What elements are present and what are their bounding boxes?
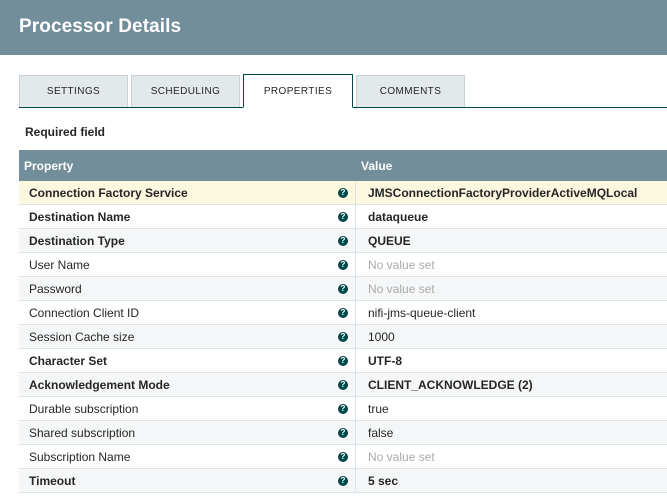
required-field-note: Required field	[25, 125, 106, 139]
property-value[interactable]: true	[368, 402, 389, 416]
tab-scheduling[interactable]: SCHEDULING	[131, 75, 240, 107]
property-value[interactable]: nifi-jms-queue-client	[368, 306, 475, 320]
cell-divider	[355, 181, 356, 204]
property-value[interactable]: CLIENT_ACKNOWLEDGE (2)	[368, 378, 533, 392]
help-icon[interactable]: ?	[338, 356, 348, 366]
property-value[interactable]: UTF-8	[368, 354, 402, 368]
property-name: Subscription Name	[29, 450, 131, 464]
dialog-title: Processor Details	[19, 16, 182, 37]
cell-divider	[355, 253, 356, 276]
property-value[interactable]: false	[368, 426, 393, 440]
property-row[interactable]: Character Set? UTF-8	[19, 349, 667, 373]
property-value[interactable]: 1000	[368, 330, 395, 344]
help-icon[interactable]: ?	[338, 428, 348, 438]
property-name: Destination Type	[29, 234, 125, 248]
property-value[interactable]: No value set	[368, 258, 435, 272]
help-icon[interactable]: ?	[338, 476, 348, 486]
cell-divider	[355, 277, 356, 300]
property-row[interactable]: Shared subscription? false	[19, 421, 667, 445]
help-icon[interactable]: ?	[338, 188, 348, 198]
property-name: Character Set	[29, 354, 108, 368]
property-row[interactable]: Durable subscription? true	[19, 397, 667, 421]
property-value[interactable]: QUEUE	[368, 234, 411, 248]
property-name: Session Cache size	[29, 330, 135, 344]
help-icon[interactable]: ?	[338, 260, 348, 270]
property-value[interactable]: JMSConnectionFactoryProviderActiveMQLoca…	[368, 186, 637, 200]
property-value[interactable]: dataqueue	[368, 210, 428, 224]
cell-divider	[355, 421, 356, 444]
property-name: Durable subscription	[29, 402, 139, 416]
help-icon[interactable]: ?	[338, 236, 348, 246]
help-icon[interactable]: ?	[338, 308, 348, 318]
property-row[interactable]: Connection Factory Service? JMSConnection…	[19, 181, 667, 205]
help-icon[interactable]: ?	[338, 452, 348, 462]
help-icon[interactable]: ?	[338, 212, 348, 222]
tab-properties[interactable]: PROPERTIES	[243, 74, 353, 108]
help-icon[interactable]: ?	[338, 380, 348, 390]
property-value[interactable]: No value set	[368, 282, 435, 296]
cell-divider	[355, 205, 356, 228]
properties-grid: Property Value Connection Factory Servic…	[19, 150, 667, 493]
property-row[interactable]: Acknowledgement Mode? CLIENT_ACKNOWLEDGE …	[19, 373, 667, 397]
cell-divider	[355, 325, 356, 348]
cell-divider	[355, 373, 356, 396]
property-row[interactable]: Destination Type? QUEUE	[19, 229, 667, 253]
cell-divider	[355, 229, 356, 252]
property-row[interactable]: Session Cache size? 1000	[19, 325, 667, 349]
grid-header: Property Value	[19, 150, 667, 181]
property-row[interactable]: User Name? No value set	[19, 253, 667, 277]
property-name: Connection Client ID	[29, 306, 140, 320]
cell-divider	[355, 397, 356, 420]
property-name: Destination Name	[29, 210, 131, 224]
cell-divider	[355, 349, 356, 372]
column-header-value[interactable]: Value	[361, 159, 392, 173]
property-name: Connection Factory Service	[29, 186, 188, 200]
help-icon[interactable]: ?	[338, 404, 348, 414]
property-row[interactable]: Password? No value set	[19, 277, 667, 301]
property-row[interactable]: Timeout? 5 sec	[19, 469, 667, 493]
property-name: Timeout	[29, 474, 76, 488]
property-name: Acknowledgement Mode	[29, 378, 170, 392]
tab-bar: SETTINGS SCHEDULING PROPERTIES COMMENTS	[19, 74, 667, 108]
property-name: User Name	[29, 258, 90, 272]
property-name: Password	[29, 282, 82, 296]
property-row[interactable]: Connection Client ID? nifi-jms-queue-clie…	[19, 301, 667, 325]
tab-comments[interactable]: COMMENTS	[356, 75, 465, 107]
tab-settings[interactable]: SETTINGS	[19, 75, 128, 107]
cell-divider	[355, 301, 356, 324]
help-icon[interactable]: ?	[338, 284, 348, 294]
help-icon[interactable]: ?	[338, 332, 348, 342]
column-header-property[interactable]: Property	[24, 159, 73, 173]
property-row[interactable]: Destination Name? dataqueue	[19, 205, 667, 229]
property-row[interactable]: Subscription Name? No value set	[19, 445, 667, 469]
cell-divider	[355, 469, 356, 492]
dialog-header: Processor Details	[0, 0, 667, 55]
property-value[interactable]: 5 sec	[368, 474, 398, 488]
cell-divider	[355, 445, 356, 468]
property-name: Shared subscription	[29, 426, 136, 440]
grid-body: Connection Factory Service? JMSConnection…	[19, 181, 667, 493]
property-value[interactable]: No value set	[368, 450, 435, 464]
